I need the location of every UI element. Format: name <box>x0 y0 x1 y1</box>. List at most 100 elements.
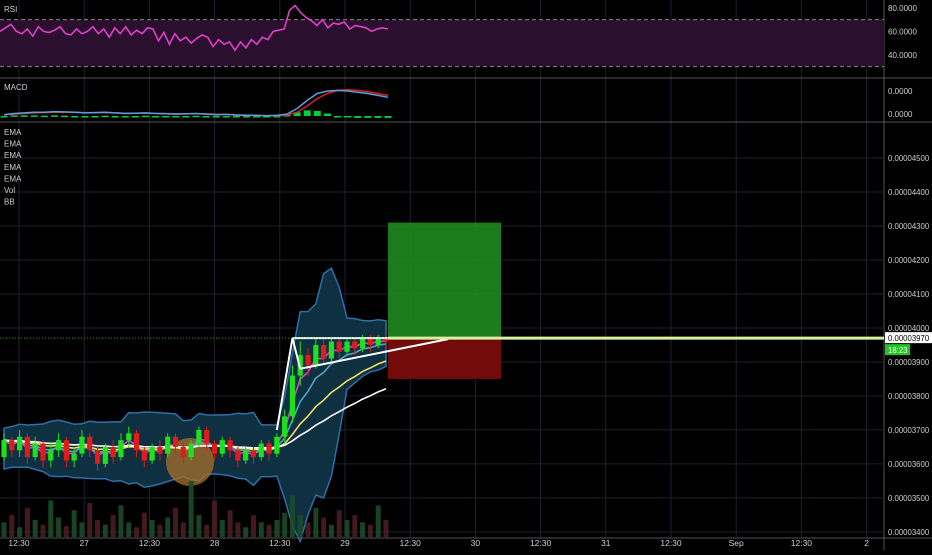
macd-hist-bar <box>384 116 392 118</box>
candle-body[interactable] <box>102 446 108 464</box>
candle-body[interactable] <box>313 344 319 366</box>
candle-body[interactable] <box>157 446 163 454</box>
price-tick-label: 0.00004500 <box>888 154 930 163</box>
macd-hist-bar <box>202 116 210 118</box>
candle-body[interactable] <box>149 446 155 461</box>
volume-bar <box>118 505 124 537</box>
candle-body[interactable] <box>141 450 147 461</box>
time-tick-label: 12:30 <box>400 538 422 548</box>
volume-bar <box>204 524 210 537</box>
candle-body[interactable] <box>55 440 62 451</box>
candle-body[interactable] <box>63 440 69 461</box>
macd-hist-bar <box>131 116 139 118</box>
candle-body[interactable] <box>321 344 327 359</box>
candle-body[interactable] <box>243 450 249 461</box>
volume-bar <box>165 517 171 537</box>
candle-body[interactable] <box>133 433 140 451</box>
macd-hist-bar <box>0 116 8 118</box>
candle-body[interactable] <box>250 450 257 458</box>
macd-hist-bar <box>40 115 48 118</box>
candle-body[interactable] <box>211 443 218 454</box>
macd-hist-bar <box>313 111 321 116</box>
macd-hist-bar <box>30 115 38 117</box>
candle-body[interactable] <box>204 429 210 444</box>
time-tick-label: 30 <box>471 538 481 548</box>
candle-body[interactable] <box>188 443 194 458</box>
candle-body[interactable] <box>289 375 296 417</box>
candle-body[interactable] <box>235 450 241 461</box>
macd-hist-bar <box>323 113 331 116</box>
candle-body[interactable] <box>165 436 171 454</box>
macd-hist-bar <box>192 115 200 118</box>
candle-body[interactable] <box>40 443 46 461</box>
candle-body[interactable] <box>172 436 179 447</box>
candle-body[interactable] <box>118 440 124 458</box>
price-tick-label: 0.00003900 <box>888 358 930 367</box>
volume-bar <box>126 522 132 537</box>
volume-bar <box>305 522 311 537</box>
candle-body[interactable] <box>282 416 288 437</box>
candle-body[interactable] <box>87 436 93 451</box>
candle-body[interactable] <box>352 341 358 349</box>
candle-body[interactable] <box>196 429 202 444</box>
candle-body[interactable] <box>48 450 54 461</box>
volume-bar <box>95 519 101 537</box>
chart-svg[interactable]: RSI 80.0000 60.0000 40.0000 MACD 0.0000 0.000… <box>0 0 932 550</box>
volume-bar <box>48 500 54 537</box>
candle-body[interactable] <box>219 440 225 454</box>
candle-body[interactable] <box>16 436 23 451</box>
last-price-tag-label: 0.00003970 <box>888 334 930 343</box>
volume-bar <box>274 519 280 537</box>
volume-bar <box>24 507 30 537</box>
volume-bar <box>258 522 264 537</box>
candle-body[interactable] <box>305 355 311 366</box>
volume-bar <box>141 512 147 537</box>
target-zone[interactable] <box>388 222 501 339</box>
macd-hist-bar <box>81 116 89 118</box>
candle-body[interactable] <box>360 338 366 349</box>
candle-body[interactable] <box>344 341 350 352</box>
candle-body[interactable] <box>110 446 116 458</box>
trading-chart[interactable]: RSI 80.0000 60.0000 40.0000 MACD 0.0000 0.000… <box>0 0 932 550</box>
price-tick-label: 0.00003400 <box>888 528 930 537</box>
volume-bar <box>157 524 163 537</box>
candle-body[interactable] <box>336 341 342 352</box>
macd-hist-bar <box>101 115 109 118</box>
price-tick-label: 0.00004300 <box>888 222 930 231</box>
volume-bar <box>289 495 295 537</box>
indicator-label: EMA <box>4 140 22 149</box>
price-tick-label: 0.00003500 <box>888 494 930 503</box>
volume-bar <box>110 515 116 537</box>
candle-body[interactable] <box>258 443 264 458</box>
candle-body[interactable] <box>274 436 280 454</box>
candle-body[interactable] <box>375 338 381 345</box>
indicator-label: Vol <box>4 186 15 195</box>
volume-bar <box>243 527 249 537</box>
candle-body[interactable] <box>94 450 101 464</box>
candle-body[interactable] <box>126 433 132 441</box>
price-tick-label: 0.00004100 <box>888 290 930 299</box>
macd-hist-bar <box>303 110 311 116</box>
candle-body[interactable] <box>227 440 233 451</box>
indicator-label: EMA <box>4 128 22 137</box>
macd-tick-label: 0.0000 <box>888 87 913 96</box>
candle-body[interactable] <box>9 440 15 451</box>
candle-body[interactable] <box>328 341 335 359</box>
candle-body[interactable] <box>32 443 38 458</box>
stop-zone[interactable] <box>388 338 501 379</box>
time-tick-label: 12:30 <box>530 538 552 548</box>
candle-body[interactable] <box>266 443 272 454</box>
candle-body[interactable] <box>71 453 77 461</box>
candle-body[interactable] <box>367 338 374 345</box>
volume-bar <box>71 510 77 537</box>
volume-bar <box>180 522 186 537</box>
volume-bar <box>87 502 93 537</box>
macd-hist-bar <box>10 115 18 117</box>
candle-body[interactable] <box>180 446 186 458</box>
candle-body[interactable] <box>79 436 85 454</box>
candle-body[interactable] <box>24 436 30 458</box>
time-tick-label: 28 <box>210 538 220 548</box>
candle-body[interactable] <box>1 440 7 458</box>
volume-bar <box>297 515 303 537</box>
macd-hist-bar <box>182 116 190 118</box>
